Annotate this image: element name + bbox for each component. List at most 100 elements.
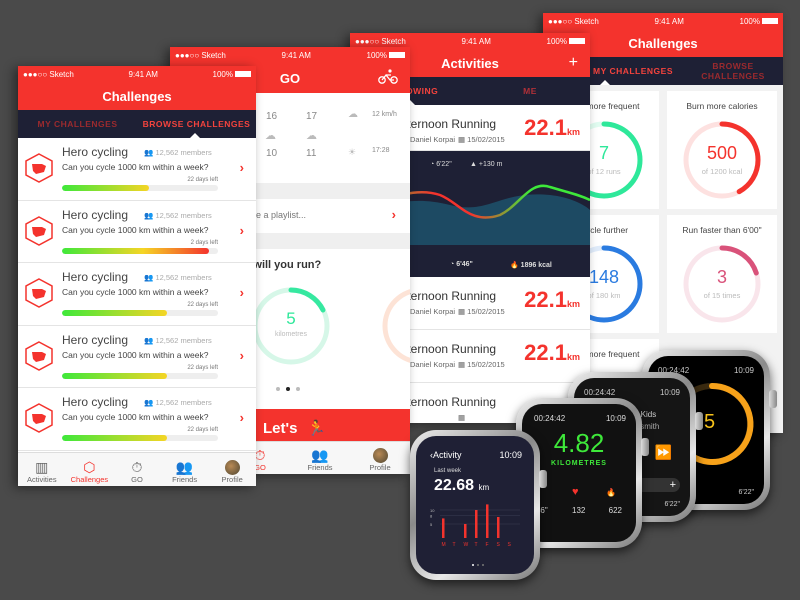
tab-profile[interactable]: Profile <box>350 442 410 474</box>
challenge-question: Can you cycle 1000 km within a week? <box>62 162 209 172</box>
battery: 100% <box>213 70 251 79</box>
challenge-question: Can you cycle 1000 km within a week? <box>62 224 209 235</box>
list-item[interactable]: Hero cycling 👥 12,562 members Can you cy… <box>18 263 256 326</box>
hero-cycling-badge-icon <box>24 340 54 371</box>
sunset-icon: ☀ <box>348 147 357 157</box>
tab-go[interactable]: ⏱ GO <box>113 453 161 486</box>
list-item[interactable]: Hero cycling 👥 12,562 members Can you cy… <box>18 138 256 201</box>
friends-icon: 👥 <box>175 459 194 475</box>
challenge-card[interactable]: Run faster than 6'00" 3 of 15 times <box>667 215 777 333</box>
tab-me[interactable]: ME <box>470 86 590 96</box>
cloud-icon: ☁ <box>306 130 317 142</box>
tab-activities[interactable]: ▥ Activities <box>18 453 66 486</box>
list-item[interactable]: Hero cycling 👥 12,562 members Can you cy… <box>18 388 256 451</box>
avatar <box>224 460 240 475</box>
bar-5 <box>497 517 500 538</box>
total-distance: 22.68 km <box>434 477 490 494</box>
card-title: Burn more calories <box>686 101 758 111</box>
back-button[interactable]: ‹Activity <box>430 450 462 460</box>
days-left: 22 days left <box>187 427 218 433</box>
list-item[interactable]: Hero cycling 👥 12,562 members Can you cy… <box>18 201 256 263</box>
bar-4 <box>486 504 489 538</box>
card-sub: of 1200 kcal <box>701 167 743 176</box>
add-button[interactable]: + <box>569 54 578 72</box>
list-item[interactable]: Hero cycling 👥 12,562 members Can you cy… <box>18 326 256 388</box>
battery: 100% <box>740 17 778 26</box>
fast-forward-icon[interactable]: ⏩ <box>655 444 672 461</box>
day-label: S <box>508 542 512 548</box>
activity-title: Afternoon Running <box>396 395 497 409</box>
tab-friends[interactable]: 👥 Friends <box>161 453 209 486</box>
carrier: ●●●○○ Sketch <box>548 16 599 26</box>
day-label: F <box>486 542 489 548</box>
status-bar: ●●●○○ Sketch 9:41 AM 100% <box>18 66 256 82</box>
pace: 6'22" <box>738 489 754 496</box>
tab-my-challenges[interactable]: MY CHALLENGES <box>18 119 137 129</box>
activity-date: ▦ <box>458 413 466 422</box>
elevation: ▲ +130 m <box>470 161 503 168</box>
tick-label: 5 <box>430 522 433 527</box>
member-count: 👥 12,562 members <box>144 148 212 157</box>
sunset-time: 17:28 <box>372 147 390 154</box>
tab-friends[interactable]: 👥 Friends <box>290 442 350 474</box>
activity-distance: 22.1km <box>524 340 580 365</box>
progress-bar <box>62 372 218 379</box>
day-label: T <box>475 542 478 548</box>
activity-date: ▦ 15/02/2015 <box>458 135 505 144</box>
activity-title: Afternoon Running <box>396 342 497 356</box>
bar-0 <box>442 518 445 538</box>
page-title: Challenges <box>18 82 256 110</box>
temp-low: 11 <box>306 148 317 159</box>
watch-clock: 10:09 <box>605 414 626 423</box>
challenge-card[interactable]: Burn more calories 500 of 1200 kcal <box>667 91 777 209</box>
distance-unit: kilometres <box>275 331 307 338</box>
activity-title: Afternoon Running <box>396 289 497 303</box>
watch-clock: 10:09 <box>499 450 522 460</box>
activity-user: Daniel Korpai <box>410 360 456 369</box>
calories: 🔥 1896 kcal <box>510 262 552 269</box>
activity-user: Daniel Korpai <box>410 135 456 144</box>
progress-bar <box>62 435 218 441</box>
card-sub: of 15 times <box>703 291 741 300</box>
challenge-title: Hero cycling <box>62 145 129 159</box>
watch-clock: 10:09 <box>733 366 754 375</box>
next-ring <box>382 289 410 363</box>
runner-icon: 🏃 <box>307 420 327 437</box>
progress-bar <box>62 185 218 191</box>
tab-browse-challenges[interactable]: BROWSE CHALLENGES <box>137 119 256 129</box>
clock: 9:41 AM <box>461 36 491 46</box>
elapsed-time: 00:24:42 <box>584 388 616 397</box>
period-label: Last week <box>434 468 462 474</box>
hero-cycling-badge-icon <box>24 215 54 246</box>
pace: 6'22" <box>664 501 680 508</box>
member-count: 👥 12,562 members <box>144 210 212 220</box>
challenge-title: Hero cycling <box>62 207 129 222</box>
hero-cycling-badge-icon <box>24 403 54 433</box>
wind-icon: ☁ <box>348 109 358 120</box>
hero-cycling-badge-icon <box>24 278 54 308</box>
clock: 9:41 AM <box>654 16 684 26</box>
page-dots[interactable] <box>276 387 300 391</box>
cloud-icon: ☁ <box>265 130 276 142</box>
tab-challenges[interactable]: ⬡Challenges <box>66 453 114 486</box>
stopwatch-icon: ⏱ <box>254 447 266 463</box>
day-label: W <box>464 542 469 548</box>
temp-low: 10 <box>266 148 278 159</box>
battery: 100% <box>547 37 585 46</box>
carrier: ●●●○○ Sketch <box>355 36 406 46</box>
bike-icon[interactable] <box>378 68 398 89</box>
flame-icon: 🔥 <box>606 488 616 497</box>
day-label: M <box>442 542 446 548</box>
status-bar: ●●●○○ Sketch 9:41 AM 100% <box>543 13 783 29</box>
stopwatch-icon: ⏱ <box>131 459 143 475</box>
days-left: 22 days left <box>187 177 218 183</box>
tab-profile[interactable]: Profile <box>208 453 256 486</box>
carrier: ●●●○○ Sketch <box>175 50 226 60</box>
tab-browse-challenges[interactable]: BROWSE CHALLENGES <box>683 61 783 81</box>
challenge-question: Can you cycle 1000 km within a week? <box>62 287 209 297</box>
challenge-title: Hero cycling <box>62 270 129 284</box>
activity-user: Daniel Korpai <box>410 307 456 316</box>
activity-date: ▦ 15/02/2015 <box>458 307 505 316</box>
card-value: 500 <box>706 143 738 163</box>
chevron-right-icon: › <box>391 207 396 222</box>
